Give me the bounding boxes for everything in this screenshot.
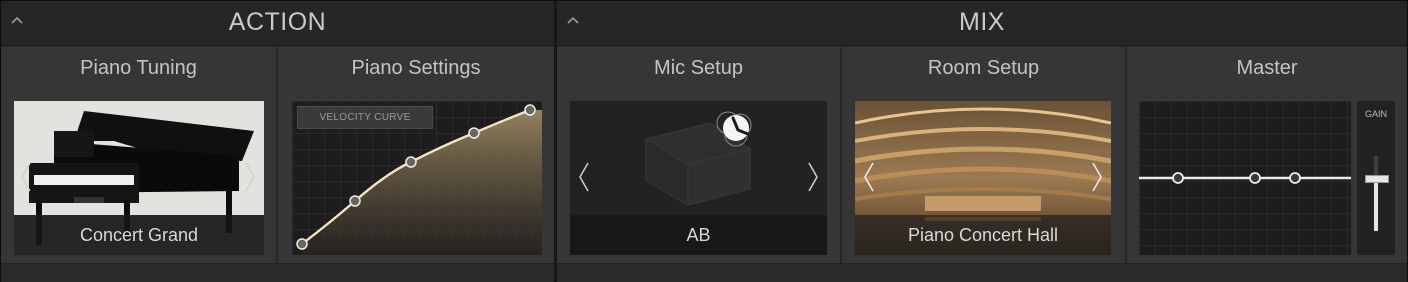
eq-band-point	[1172, 172, 1184, 184]
room-setup-label: Piano Concert Hall	[855, 215, 1111, 255]
gain-handle[interactable]	[1365, 175, 1389, 183]
action-header: ACTION	[1, 1, 554, 46]
velocity-curve-tag: VELOCITY CURVE	[297, 106, 433, 129]
mic-setup-display[interactable]: AB	[570, 101, 827, 255]
gain-fader[interactable]: GAIN	[1357, 101, 1395, 255]
chevron-right-icon[interactable]	[242, 161, 258, 193]
mic-setup-label: AB	[570, 215, 827, 255]
velocity-curve-editor[interactable]: VELOCITY CURVE	[292, 101, 542, 255]
piano-model-label: Concert Grand	[14, 215, 264, 255]
mix-header: MIX	[557, 1, 1407, 46]
piano-settings-panel: Piano Settings VELOCITY CURVE	[278, 47, 554, 263]
action-section: ACTION Piano Tuning Concert Grand Piano …	[1, 1, 554, 282]
mic-setup-panel: Mic Setup AB	[557, 47, 840, 263]
master-panel: Master GAIN	[1127, 47, 1407, 263]
mix-section: MIX Mic Setup AB Room Setup Piano Concer…	[557, 1, 1407, 282]
action-title: ACTION	[228, 8, 327, 36]
action-footer	[1, 263, 554, 282]
chevron-left-icon[interactable]	[18, 161, 34, 193]
gain-label: GAIN	[1364, 109, 1387, 119]
piano-tuning-panel: Piano Tuning Concert Grand	[1, 47, 276, 263]
curve-point	[349, 195, 361, 207]
piano-tuning-title: Piano Tuning	[80, 57, 197, 79]
chevron-left-icon[interactable]	[861, 161, 877, 193]
gain-fill	[1374, 181, 1378, 231]
piano-settings-title: Piano Settings	[351, 57, 481, 79]
curve-point	[524, 104, 536, 116]
master-eq-display[interactable]	[1139, 101, 1351, 255]
piano-model-display[interactable]: Concert Grand	[14, 101, 264, 255]
eq-band-point	[1249, 172, 1261, 184]
curve-point	[296, 238, 308, 250]
chevron-left-icon[interactable]	[576, 161, 592, 193]
mic-setup-title: Mic Setup	[654, 57, 743, 79]
room-setup-display[interactable]: Piano Concert Hall	[855, 101, 1111, 255]
chevron-right-icon[interactable]	[1089, 161, 1105, 193]
curve-point	[405, 156, 417, 168]
master-title: Master	[1236, 57, 1298, 79]
plugin-window: ACTION Piano Tuning Concert Grand Piano …	[0, 0, 1408, 282]
room-setup-title: Room Setup	[927, 57, 1040, 79]
eq-curve	[1139, 172, 1351, 184]
room-setup-panel: Room Setup Piano Concert Hall	[842, 47, 1125, 263]
eq-band-point	[1289, 172, 1301, 184]
chevron-right-icon[interactable]	[805, 161, 821, 193]
curve-point	[468, 127, 480, 139]
mix-title: MIX	[959, 8, 1005, 36]
mix-footer	[557, 263, 1407, 282]
